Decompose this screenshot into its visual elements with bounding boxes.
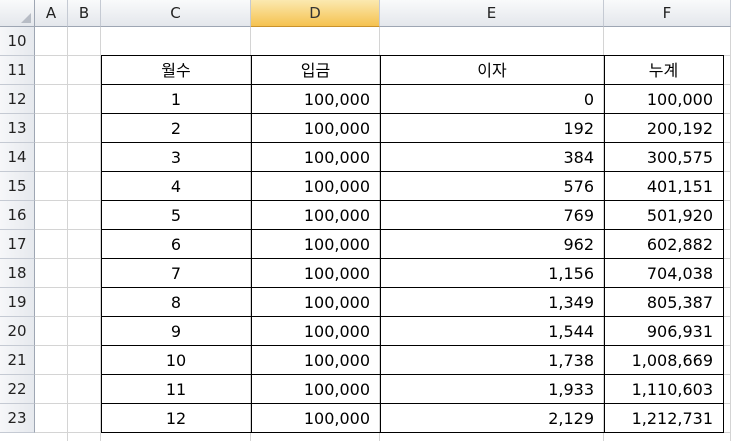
table-border-v [101, 55, 102, 433]
table-cell[interactable]: 1 [101, 85, 251, 114]
table-cell[interactable]: 1,349 [380, 288, 604, 317]
table-border-h [101, 229, 724, 230]
table-cell[interactable]: 3 [101, 143, 251, 172]
row-header-12[interactable]: 12 [0, 85, 35, 114]
table-cell[interactable]: 100,000 [251, 114, 380, 143]
table-border-h [101, 113, 724, 114]
table-header-cell[interactable]: 입금 [251, 56, 380, 85]
table-border-v [604, 55, 605, 433]
row-header-23[interactable]: 23 [0, 404, 35, 433]
table-cell[interactable]: 100,000 [251, 259, 380, 288]
row-header-11[interactable]: 11 [0, 56, 35, 85]
table-cell[interactable]: 1,738 [380, 346, 604, 375]
table-cell[interactable]: 100,000 [251, 201, 380, 230]
table-cell[interactable]: 1,156 [380, 259, 604, 288]
table-cell[interactable]: 2 [101, 114, 251, 143]
table-cell[interactable]: 100,000 [251, 404, 380, 433]
table-border-h [101, 142, 724, 143]
table-border-h [101, 374, 724, 375]
table-cell[interactable]: 0 [380, 85, 604, 114]
table-cell[interactable]: 100,000 [251, 85, 380, 114]
row-header-14[interactable]: 14 [0, 143, 35, 172]
table-border-h [101, 287, 724, 288]
table-header-cell[interactable]: 누계 [604, 56, 723, 85]
row-header-20[interactable]: 20 [0, 317, 35, 346]
table-cell[interactable]: 501,920 [604, 201, 723, 230]
table-cell[interactable]: 962 [380, 230, 604, 259]
table-cell[interactable]: 11 [101, 375, 251, 404]
table-border-h [101, 432, 724, 433]
table-cell[interactable]: 401,151 [604, 172, 723, 201]
table-cell[interactable]: 1,544 [380, 317, 604, 346]
table-cell[interactable]: 704,038 [604, 259, 723, 288]
row-header-19[interactable]: 19 [0, 288, 35, 317]
row-header-16[interactable]: 16 [0, 201, 35, 230]
row-header-22[interactable]: 22 [0, 375, 35, 404]
table-cell[interactable]: 100,000 [251, 143, 380, 172]
table-cell[interactable]: 1,212,731 [604, 404, 723, 433]
table-cell[interactable]: 100,000 [251, 375, 380, 404]
table-cell[interactable]: 9 [101, 317, 251, 346]
column-gridline [67, 27, 68, 441]
row-header-18[interactable]: 18 [0, 259, 35, 288]
row-header-15[interactable]: 15 [0, 172, 35, 201]
table-border-h [101, 171, 724, 172]
row-header-17[interactable]: 17 [0, 230, 35, 259]
table-cell[interactable]: 602,882 [604, 230, 723, 259]
table-cell[interactable]: 300,575 [604, 143, 723, 172]
table-cell[interactable]: 1,933 [380, 375, 604, 404]
table-cell[interactable]: 5 [101, 201, 251, 230]
table-cell[interactable]: 100,000 [251, 317, 380, 346]
table-header-cell[interactable]: 월수 [101, 56, 251, 85]
column-header-a[interactable]: A [35, 0, 68, 27]
spreadsheet: ABCDEF 10 11 12 13 14 15 16 17 18 19 20 21 22 23 월수 입금… [0, 0, 731, 441]
table-cell[interactable]: 1,110,603 [604, 375, 723, 404]
table-cell[interactable]: 4 [101, 172, 251, 201]
table-cell[interactable]: 10 [101, 346, 251, 375]
table-border-h [101, 316, 724, 317]
table-border-h [101, 403, 724, 404]
column-header-c[interactable]: C [101, 0, 251, 27]
table-border-v [723, 55, 724, 433]
column-header-e[interactable]: E [380, 0, 604, 27]
table-cell[interactable]: 100,000 [251, 346, 380, 375]
table-cell[interactable]: 805,387 [604, 288, 723, 317]
table-cell[interactable]: 6 [101, 230, 251, 259]
table-header-cell[interactable]: 이자 [380, 56, 604, 85]
column-header-strip: ABCDEF [0, 0, 731, 27]
table-cell[interactable]: 906,931 [604, 317, 723, 346]
table-border-v [251, 55, 252, 433]
table-cell[interactable]: 100,000 [251, 288, 380, 317]
row-header-10[interactable]: 10 [0, 27, 35, 56]
row-header-21[interactable]: 21 [0, 346, 35, 375]
table-cell[interactable]: 7 [101, 259, 251, 288]
table-cell[interactable]: 100,000 [604, 85, 723, 114]
table-border-h [101, 200, 724, 201]
table-cell[interactable]: 200,192 [604, 114, 723, 143]
table-cell[interactable]: 100,000 [251, 230, 380, 259]
table-border-h [101, 345, 724, 346]
table-border-h [101, 258, 724, 259]
table-border-h [101, 55, 724, 56]
row-header-13[interactable]: 13 [0, 114, 35, 143]
table-cell[interactable]: 1,008,669 [604, 346, 723, 375]
table-cell[interactable]: 2,129 [380, 404, 604, 433]
column-header-b[interactable]: B [68, 0, 101, 27]
table-cell[interactable]: 8 [101, 288, 251, 317]
table-cell[interactable]: 100,000 [251, 172, 380, 201]
table-cell[interactable]: 192 [380, 114, 604, 143]
column-header-f[interactable]: F [604, 0, 731, 27]
table-cell[interactable]: 576 [380, 172, 604, 201]
table-cell[interactable]: 769 [380, 201, 604, 230]
column-header-d[interactable]: D [251, 0, 380, 27]
table-border-v [380, 55, 381, 433]
table-cell[interactable]: 384 [380, 143, 604, 172]
table-border-h [101, 84, 724, 85]
table-cell[interactable]: 12 [101, 404, 251, 433]
